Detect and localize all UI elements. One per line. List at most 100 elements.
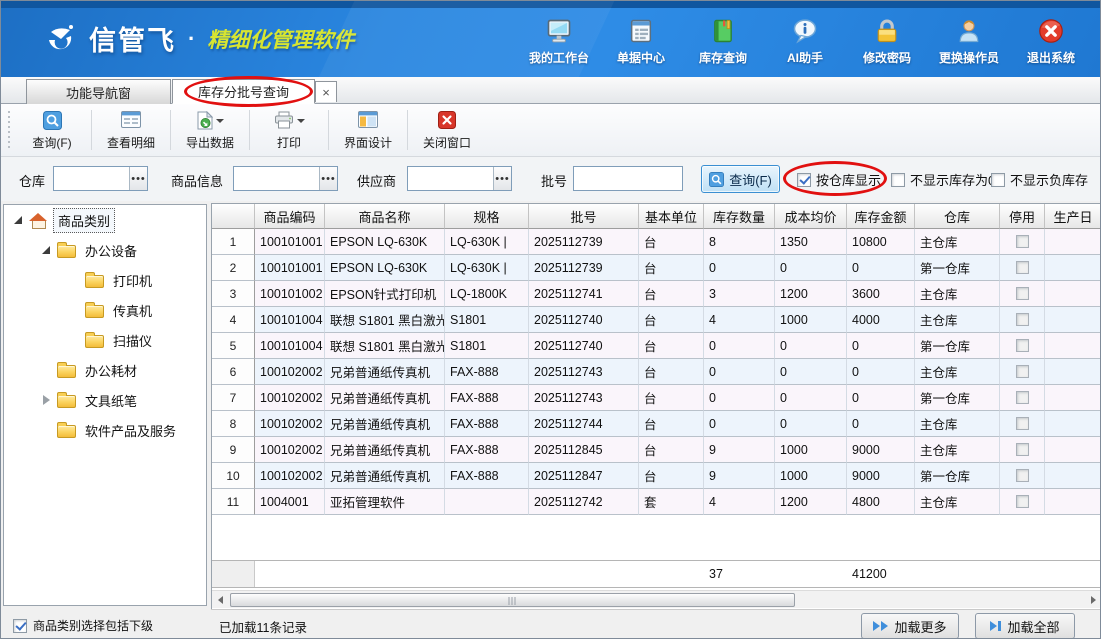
toolbar-grip[interactable] xyxy=(6,111,11,149)
cell-qty[interactable]: 8 xyxy=(704,229,775,255)
cell-warehouse[interactable]: 主仓库 xyxy=(915,359,1000,385)
cell-spec[interactable]: FAX-888 xyxy=(445,411,529,437)
cell-qty[interactable]: 9 xyxy=(704,437,775,463)
cell-code[interactable]: 100101002 xyxy=(255,281,325,307)
cell-warehouse[interactable]: 第一仓库 xyxy=(915,255,1000,281)
cell-prod-date[interactable] xyxy=(1045,281,1101,307)
cell-name[interactable]: 联想 S1801 黑白激光 xyxy=(325,307,445,333)
cell-prod-date[interactable] xyxy=(1045,489,1101,515)
checkbox-hide-negative-stock[interactable]: 不显示负库存 xyxy=(991,170,1088,189)
cell-name[interactable]: 兄弟普通纸传真机 xyxy=(325,359,445,385)
tree-item[interactable]: 打印机 xyxy=(4,265,206,295)
cell-rownum[interactable]: 10 xyxy=(212,463,255,489)
cell-warehouse[interactable]: 第一仓库 xyxy=(915,385,1000,411)
cell-cost[interactable]: 0 xyxy=(775,411,847,437)
tree-item[interactable]: 商品类别 xyxy=(4,205,206,235)
cell-code[interactable]: 100102002 xyxy=(255,385,325,411)
cell-amount[interactable]: 9000 xyxy=(847,463,915,489)
tab-inventory-batch-query[interactable]: 库存分批号查询 xyxy=(172,79,315,104)
query-button[interactable]: 查询(F) xyxy=(17,107,87,154)
cell-qty[interactable]: 0 xyxy=(704,411,775,437)
cell-batch[interactable]: 2025112847 xyxy=(529,463,639,489)
tree-item[interactable]: 办公设备 xyxy=(4,235,206,265)
cell-unit[interactable]: 台 xyxy=(639,437,704,463)
checkbox-icon[interactable] xyxy=(797,173,811,187)
disabled-checkbox-icon[interactable] xyxy=(1016,469,1029,482)
cell-code[interactable]: 100101001 xyxy=(255,255,325,281)
table-row[interactable]: 3 100101002 EPSON针式打印机 LQ-1800K 20251127… xyxy=(212,281,1101,307)
scroll-right-arrow-icon[interactable] xyxy=(1085,592,1101,608)
cell-spec[interactable]: FAX-888 xyxy=(445,385,529,411)
supplier-picker-icon[interactable]: ••• xyxy=(493,167,511,190)
cell-rownum[interactable]: 8 xyxy=(212,411,255,437)
tree-expander-icon[interactable] xyxy=(12,214,24,226)
cell-amount[interactable]: 4000 xyxy=(847,307,915,333)
cell-name[interactable]: 联想 S1801 黑白激光 xyxy=(325,333,445,359)
view-detail-button[interactable]: 查看明细 xyxy=(96,107,166,154)
export-dropdown-arrow-icon[interactable] xyxy=(216,119,224,123)
cell-qty[interactable]: 0 xyxy=(704,333,775,359)
tree-item[interactable]: 软件产品及服务 xyxy=(4,415,206,445)
column-header-amount[interactable]: 库存金额 xyxy=(847,204,915,229)
cell-spec[interactable]: LQ-630K | xyxy=(445,229,529,255)
cell-unit[interactable]: 台 xyxy=(639,281,704,307)
cell-qty[interactable]: 3 xyxy=(704,281,775,307)
cell-amount[interactable]: 0 xyxy=(847,411,915,437)
cell-spec[interactable]: S1801 xyxy=(445,333,529,359)
warehouse-picker-icon[interactable]: ••• xyxy=(129,167,147,190)
column-header-spec[interactable]: 规格 xyxy=(445,204,529,229)
print-dropdown-arrow-icon[interactable] xyxy=(297,119,305,123)
disabled-checkbox-icon[interactable] xyxy=(1016,287,1029,300)
cell-rownum[interactable]: 5 xyxy=(212,333,255,359)
menu-item-ai-assistant[interactable]: AI助手 xyxy=(764,17,846,66)
cell-prod-date[interactable] xyxy=(1045,307,1101,333)
cell-qty[interactable]: 0 xyxy=(704,255,775,281)
cell-cost[interactable]: 1350 xyxy=(775,229,847,255)
cell-prod-date[interactable] xyxy=(1045,463,1101,489)
cell-batch[interactable]: 2025112743 xyxy=(529,385,639,411)
close-window-button[interactable]: 关闭窗口 xyxy=(412,107,482,154)
cell-batch[interactable]: 2025112742 xyxy=(529,489,639,515)
menu-item-inventory-query[interactable]: 库存查询 xyxy=(682,17,764,66)
table-row[interactable]: 10 100102002 兄弟普通纸传真机 FAX-888 2025112847… xyxy=(212,463,1101,489)
column-header-unit[interactable]: 基本单位 xyxy=(639,204,704,229)
tree-item-label[interactable]: 打印机 xyxy=(109,269,156,292)
table-row[interactable]: 7 100102002 兄弟普通纸传真机 FAX-888 2025112743 … xyxy=(212,385,1101,411)
cell-unit[interactable]: 台 xyxy=(639,333,704,359)
cell-batch[interactable]: 2025112739 xyxy=(529,255,639,281)
cell-prod-date[interactable] xyxy=(1045,385,1101,411)
tree-item-label[interactable]: 传真机 xyxy=(109,299,156,322)
cell-warehouse[interactable]: 主仓库 xyxy=(915,229,1000,255)
cell-name[interactable]: EPSON针式打印机 xyxy=(325,281,445,307)
cell-cost[interactable]: 0 xyxy=(775,333,847,359)
disabled-checkbox-icon[interactable] xyxy=(1016,417,1029,430)
cell-batch[interactable]: 2025112845 xyxy=(529,437,639,463)
scroll-left-arrow-icon[interactable] xyxy=(212,592,229,608)
cell-warehouse[interactable]: 主仓库 xyxy=(915,489,1000,515)
table-row[interactable]: 11 1004001 亚拓管理软件 2025112742 套 4 1200 48… xyxy=(212,489,1101,515)
table-row[interactable]: 6 100102002 兄弟普通纸传真机 FAX-888 2025112743 … xyxy=(212,359,1101,385)
cell-batch[interactable]: 2025112740 xyxy=(529,333,639,359)
cell-unit[interactable]: 台 xyxy=(639,463,704,489)
cell-amount[interactable]: 9000 xyxy=(847,437,915,463)
cell-name[interactable]: 兄弟普通纸传真机 xyxy=(325,385,445,411)
cell-rownum[interactable]: 9 xyxy=(212,437,255,463)
cell-rownum[interactable]: 11 xyxy=(212,489,255,515)
column-header-qty[interactable]: 库存数量 xyxy=(704,204,775,229)
tree-item-label[interactable]: 办公耗材 xyxy=(81,359,141,382)
tree-item[interactable]: 文具纸笔 xyxy=(4,385,206,415)
table-row[interactable]: 2 100101001 EPSON LQ-630K LQ-630K | 2025… xyxy=(212,255,1101,281)
cell-rownum[interactable]: 4 xyxy=(212,307,255,333)
cell-code[interactable]: 100101001 xyxy=(255,229,325,255)
cell-spec[interactable]: S1801 xyxy=(445,307,529,333)
checkbox-show-by-warehouse[interactable]: 按仓库显示 xyxy=(797,170,881,189)
menu-item-change-password[interactable]: 修改密码 xyxy=(846,17,928,66)
cell-prod-date[interactable] xyxy=(1045,359,1101,385)
column-header-prod-date[interactable]: 生产日 xyxy=(1045,204,1101,229)
cell-spec[interactable]: LQ-1800K xyxy=(445,281,529,307)
horizontal-scrollbar[interactable] xyxy=(212,590,1101,608)
cell-batch[interactable]: 2025112744 xyxy=(529,411,639,437)
load-all-button[interactable]: 加载全部 xyxy=(975,613,1075,639)
column-header-code[interactable]: 商品编码 xyxy=(255,204,325,229)
tree-item-label[interactable]: 扫描仪 xyxy=(109,329,156,352)
